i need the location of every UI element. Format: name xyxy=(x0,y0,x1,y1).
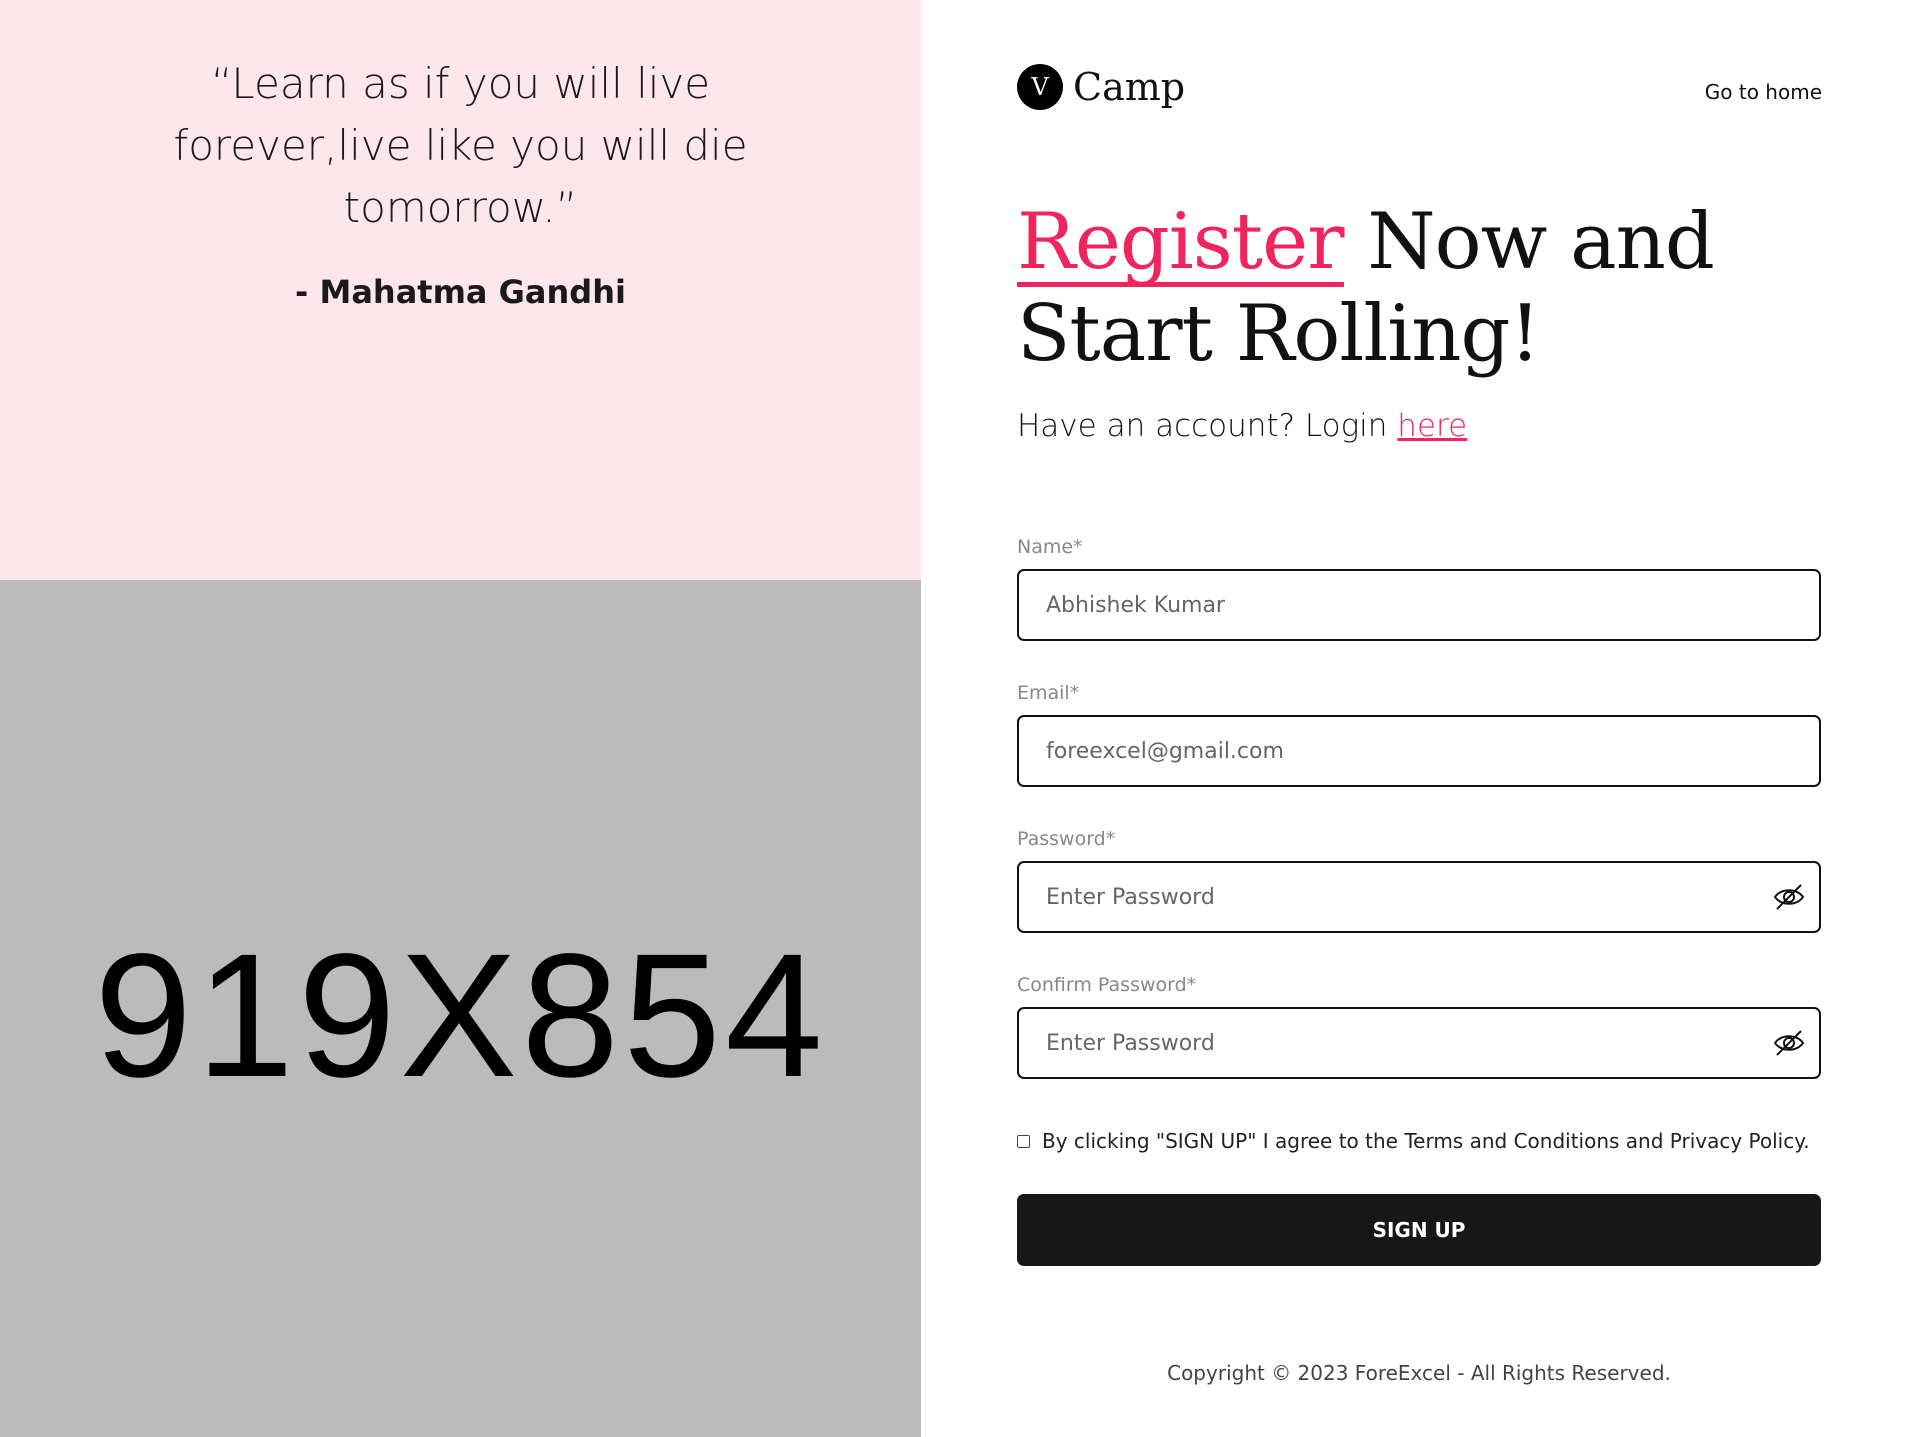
login-prompt-text: Have an account? Login xyxy=(1017,408,1398,444)
eye-off-icon[interactable] xyxy=(1773,883,1805,911)
email-label: Email* xyxy=(1017,682,1080,704)
headline-accent: Register xyxy=(1017,197,1345,287)
placeholder-image-label: 919X854 xyxy=(94,917,827,1114)
logo-name: Camp xyxy=(1073,65,1186,109)
password-input[interactable] xyxy=(1044,883,1748,911)
confirm-password-input[interactable] xyxy=(1044,1029,1748,1057)
quote-panel: “Learn as if you will live forever,live … xyxy=(0,0,921,580)
email-field[interactable] xyxy=(1017,715,1821,787)
terms-agreement: By clicking "SIGN UP" I agree to the Ter… xyxy=(1017,1129,1810,1153)
left-panel: “Learn as if you will live forever,live … xyxy=(0,0,921,1437)
password-label: Password* xyxy=(1017,828,1116,850)
confirm-password-label: Confirm Password* xyxy=(1017,974,1197,996)
name-input[interactable] xyxy=(1044,591,1748,619)
copyright: Copyright © 2023 ForeExcel - All Rights … xyxy=(1167,1361,1671,1385)
terms-text: By clicking "SIGN UP" I agree to the Ter… xyxy=(1042,1129,1810,1153)
login-prompt: Have an account? Login here xyxy=(1017,408,1467,444)
confirm-password-field[interactable] xyxy=(1017,1007,1821,1079)
placeholder-image: 919X854 xyxy=(0,580,921,1437)
go-to-home-link[interactable]: Go to home xyxy=(1705,80,1822,104)
logo[interactable]: V Camp xyxy=(1017,64,1185,110)
login-link[interactable]: here xyxy=(1397,408,1467,444)
logo-badge: V xyxy=(1017,64,1063,110)
eye-off-icon[interactable] xyxy=(1773,1029,1805,1057)
page-title: Register Now and Start Rolling! xyxy=(1017,196,1837,380)
email-input[interactable] xyxy=(1044,737,1748,765)
quote-author: - Mahatma Gandhi xyxy=(295,273,626,311)
quote-text: “Learn as if you will live forever,live … xyxy=(173,59,748,232)
name-label: Name* xyxy=(1017,536,1083,558)
password-field[interactable] xyxy=(1017,861,1821,933)
register-panel: V Camp Go to home Register Now and Start… xyxy=(921,0,1920,1437)
terms-checkbox[interactable] xyxy=(1017,1134,1030,1148)
name-field[interactable] xyxy=(1017,569,1821,641)
sign-up-button[interactable]: SIGN UP xyxy=(1017,1194,1821,1266)
